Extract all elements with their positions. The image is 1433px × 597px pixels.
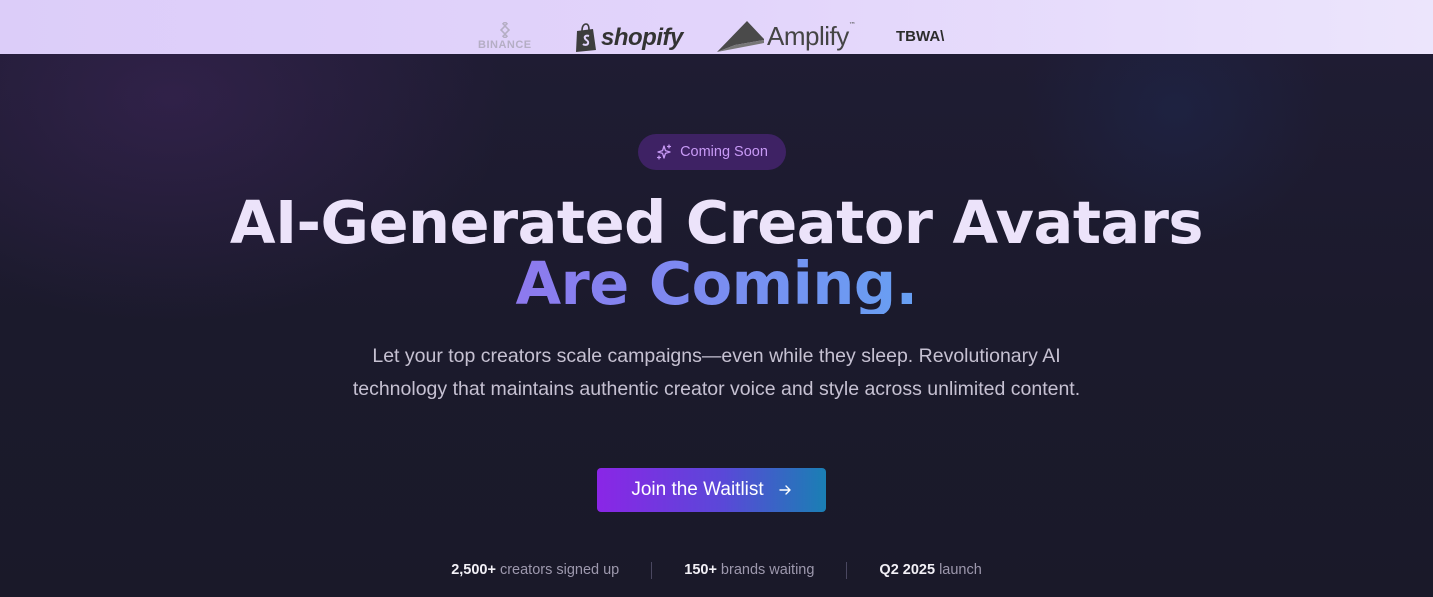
sparkle-icon: [656, 144, 672, 160]
hero-headline: AI-Generated Creator Avatars Are Coming.: [0, 192, 1433, 314]
binance-icon: [499, 22, 510, 38]
shopify-bag-icon: [576, 23, 596, 52]
coming-soon-badge: Coming Soon: [638, 134, 786, 170]
stat-label: launch: [939, 562, 982, 578]
amplify-triangle-icon: [717, 21, 764, 52]
amplify-wordmark: Amplify: [767, 21, 849, 51]
binance-logo: BINANCE: [478, 22, 532, 51]
badge-label: Coming Soon: [680, 144, 768, 160]
tbwa-logo: TBWA\: [896, 28, 944, 45]
stat-value: Q2 2025: [879, 562, 936, 578]
headline-line-1: AI-Generated Creator Avatars: [229, 188, 1204, 257]
stat-value: 150+: [684, 562, 717, 578]
stat-value: 2,500+: [451, 562, 496, 578]
binance-wordmark: BINANCE: [478, 39, 532, 51]
stat-launch: Q2 2025 launch: [847, 562, 1013, 578]
arrow-right-icon: [778, 485, 791, 495]
hero-subtitle: Let your top creators scale campaigns—ev…: [352, 345, 1081, 400]
hero-section: Coming Soon AI-Generated Creator Avatars…: [0, 54, 1433, 597]
stat-label: brands waiting: [720, 562, 815, 578]
shopify-wordmark: shopify: [601, 24, 683, 51]
stat-creators: 2,500+ creators signed up: [419, 562, 651, 578]
tbwa-wordmark: TBWA\: [896, 28, 945, 45]
join-waitlist-button[interactable]: Join the Waitlist: [597, 468, 826, 512]
stat-label: creators signed up: [499, 562, 620, 578]
amplify-trademark: ™: [848, 21, 856, 29]
shopify-logo: shopify: [574, 21, 683, 54]
stat-brands: 150+ brands waiting: [652, 562, 846, 578]
stats-row: 2,500+ creators signed up 150+ brands wa…: [0, 558, 1433, 582]
partner-logo-strip: BINANCE shopify Amplify ™ TBWA\: [0, 0, 1433, 54]
headline-line-2: Are Coming.: [0, 253, 1433, 314]
join-waitlist-label: Join the Waitlist: [631, 479, 764, 500]
amplify-logo: Amplify ™: [717, 19, 856, 53]
